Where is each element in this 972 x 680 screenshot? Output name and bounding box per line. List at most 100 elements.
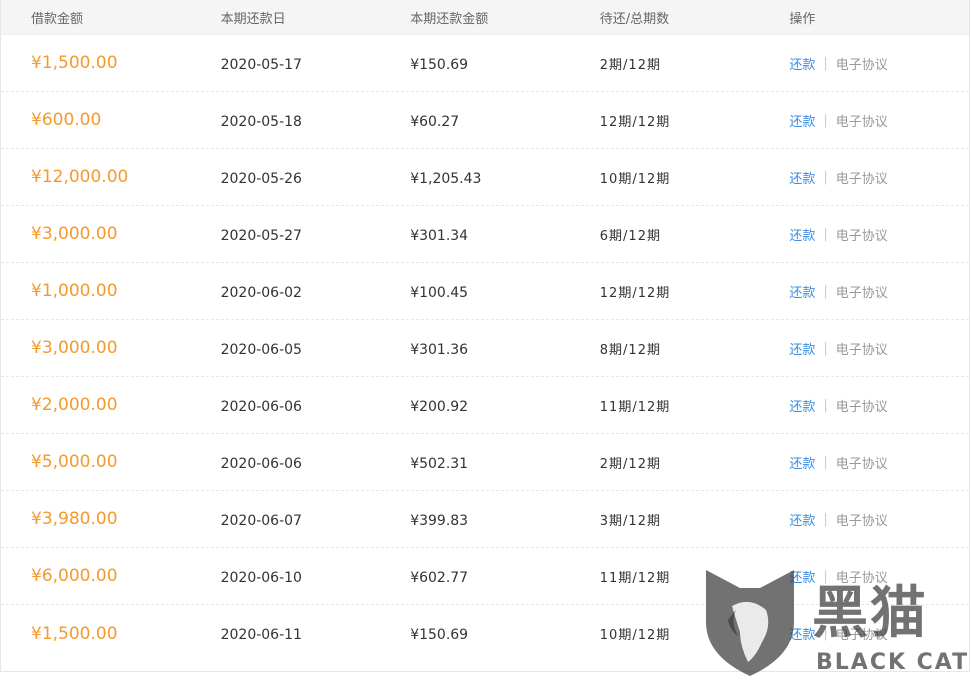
agreement-link[interactable]: 电子协议 [836,168,888,187]
due-date: 2020-06-06 [220,455,302,472]
due-amount: ¥602.77 [410,569,469,586]
agreement-link[interactable]: 电子协议 [836,567,888,586]
due-date: 2020-06-06 [220,398,302,415]
action-divider: | [823,112,828,128]
row-actions: 还款 | 电子协议 [789,567,969,586]
period-count: 11期/12期 [599,570,671,586]
period-count: 3期/12期 [599,513,661,529]
due-date: 2020-06-07 [220,512,302,529]
row-actions: 还款 | 电子协议 [789,168,969,187]
repay-link[interactable]: 还款 [789,567,815,586]
agreement-link[interactable]: 电子协议 [836,396,888,415]
action-divider: | [823,55,828,71]
agreement-link[interactable]: 电子协议 [836,111,888,130]
agreement-link[interactable]: 电子协议 [836,54,888,73]
header-date: 本期还款日 [220,11,286,27]
table-row: ¥600.00 2020-05-18 ¥60.27 12期/12期 还款 | 电子协议 [1,92,969,149]
agreement-link[interactable]: 电子协议 [836,453,888,472]
loan-amount: ¥6,000.00 [31,566,118,586]
repay-link[interactable]: 还款 [789,54,815,73]
due-date: 2020-06-02 [220,284,302,301]
repay-link[interactable]: 还款 [789,396,815,415]
row-actions: 还款 | 电子协议 [789,339,969,358]
repay-link[interactable]: 还款 [789,453,815,472]
agreement-link[interactable]: 电子协议 [836,282,888,301]
action-divider: | [823,511,828,527]
period-count: 10期/12期 [599,171,671,187]
agreement-link[interactable]: 电子协议 [836,225,888,244]
repay-link[interactable]: 还款 [789,282,815,301]
due-date: 2020-06-10 [220,569,302,586]
row-actions: 还款 | 电子协议 [789,282,969,301]
loan-amount: ¥1,500.00 [31,623,118,644]
due-amount: ¥399.83 [410,512,469,529]
loan-amount: ¥1,500.00 [31,53,118,73]
due-date: 2020-06-05 [220,341,302,358]
loan-amount: ¥600.00 [31,110,102,130]
table-row: ¥3,980.00 2020-06-07 ¥399.83 3期/12期 还款 | 电子协议 [1,491,969,548]
action-divider: | [823,568,828,584]
due-date: 2020-05-27 [220,227,302,244]
loan-amount: ¥3,980.00 [31,509,118,529]
row-actions: 还款 | 电子协议 [789,225,969,244]
repay-link[interactable]: 还款 [789,111,815,130]
due-amount: ¥502.31 [410,455,469,472]
table-row: ¥1,500.00 2020-05-17 ¥150.69 2期/12期 还款 | 电子协议 [1,35,969,92]
header-pay: 本期还款金额 [410,11,489,27]
header-period: 待还/总期数 [599,11,670,27]
loan-amount: ¥3,000.00 [31,338,118,358]
action-divider: | [823,283,828,299]
table-row: ¥1,500.00 2020-06-11 ¥150.69 10期/12期 还款 | 电子协议 [1,605,969,662]
due-amount: ¥1,205.43 [410,170,482,187]
table-row: ¥6,000.00 2020-06-10 ¥602.77 11期/12期 还款 | 电子协议 [1,548,969,605]
table-row: ¥5,000.00 2020-06-06 ¥502.31 2期/12期 还款 | 电子协议 [1,434,969,491]
loan-amount: ¥2,000.00 [31,395,118,415]
due-date: 2020-05-17 [220,56,302,73]
period-count: 2期/12期 [599,456,661,472]
row-actions: 还款 | 电子协议 [789,111,969,130]
action-divider: | [823,397,828,413]
row-actions: 还款 | 电子协议 [789,396,969,415]
row-actions: 还款 | 电子协议 [789,624,969,643]
agreement-link[interactable]: 电子协议 [836,624,888,643]
row-actions: 还款 | 电子协议 [789,54,969,73]
header-ops: 操作 [789,11,816,27]
row-actions: 还款 | 电子协议 [789,453,969,472]
period-count: 6期/12期 [599,228,661,244]
repay-link[interactable]: 还款 [789,510,815,529]
due-amount: ¥150.69 [410,56,469,73]
table-header: 借款金额 本期还款日 本期还款金额 待还/总期数 操作 [1,0,969,35]
period-count: 10期/12期 [599,628,671,643]
loan-table: 借款金额 本期还款日 本期还款金额 待还/总期数 操作 ¥1,500.00 202… [0,0,970,672]
due-amount: ¥60.27 [410,113,460,130]
repay-link[interactable]: 还款 [789,225,815,244]
period-count: 12期/12期 [599,285,671,301]
due-date: 2020-06-11 [220,627,302,643]
repay-link[interactable]: 还款 [789,624,815,643]
agreement-link[interactable]: 电子协议 [836,339,888,358]
action-divider: | [823,340,828,356]
header-amount: 借款金额 [31,11,84,27]
loan-amount: ¥3,000.00 [31,224,118,244]
action-divider: | [823,169,828,185]
due-amount: ¥200.92 [410,398,469,415]
table-row: ¥2,000.00 2020-06-06 ¥200.92 11期/12期 还款 | 电子协议 [1,377,969,434]
action-divider: | [823,454,828,470]
period-count: 12期/12期 [599,114,671,130]
period-count: 11期/12期 [599,399,671,415]
due-amount: ¥301.36 [410,341,469,358]
due-date: 2020-05-26 [220,170,302,187]
due-amount: ¥100.45 [410,284,469,301]
period-count: 2期/12期 [599,57,661,73]
loan-amount: ¥5,000.00 [31,452,118,472]
agreement-link[interactable]: 电子协议 [836,510,888,529]
period-count: 8期/12期 [599,342,661,358]
table-row: ¥3,000.00 2020-05-27 ¥301.34 6期/12期 还款 | 电子协议 [1,206,969,263]
action-divider: | [823,226,828,242]
table-row: ¥3,000.00 2020-06-05 ¥301.36 8期/12期 还款 | 电子协议 [1,320,969,377]
table-row: ¥1,000.00 2020-06-02 ¥100.45 12期/12期 还款 | 电子协议 [1,263,969,320]
due-amount: ¥150.69 [410,627,469,643]
action-divider: | [823,626,828,641]
repay-link[interactable]: 还款 [789,168,815,187]
repay-link[interactable]: 还款 [789,339,815,358]
